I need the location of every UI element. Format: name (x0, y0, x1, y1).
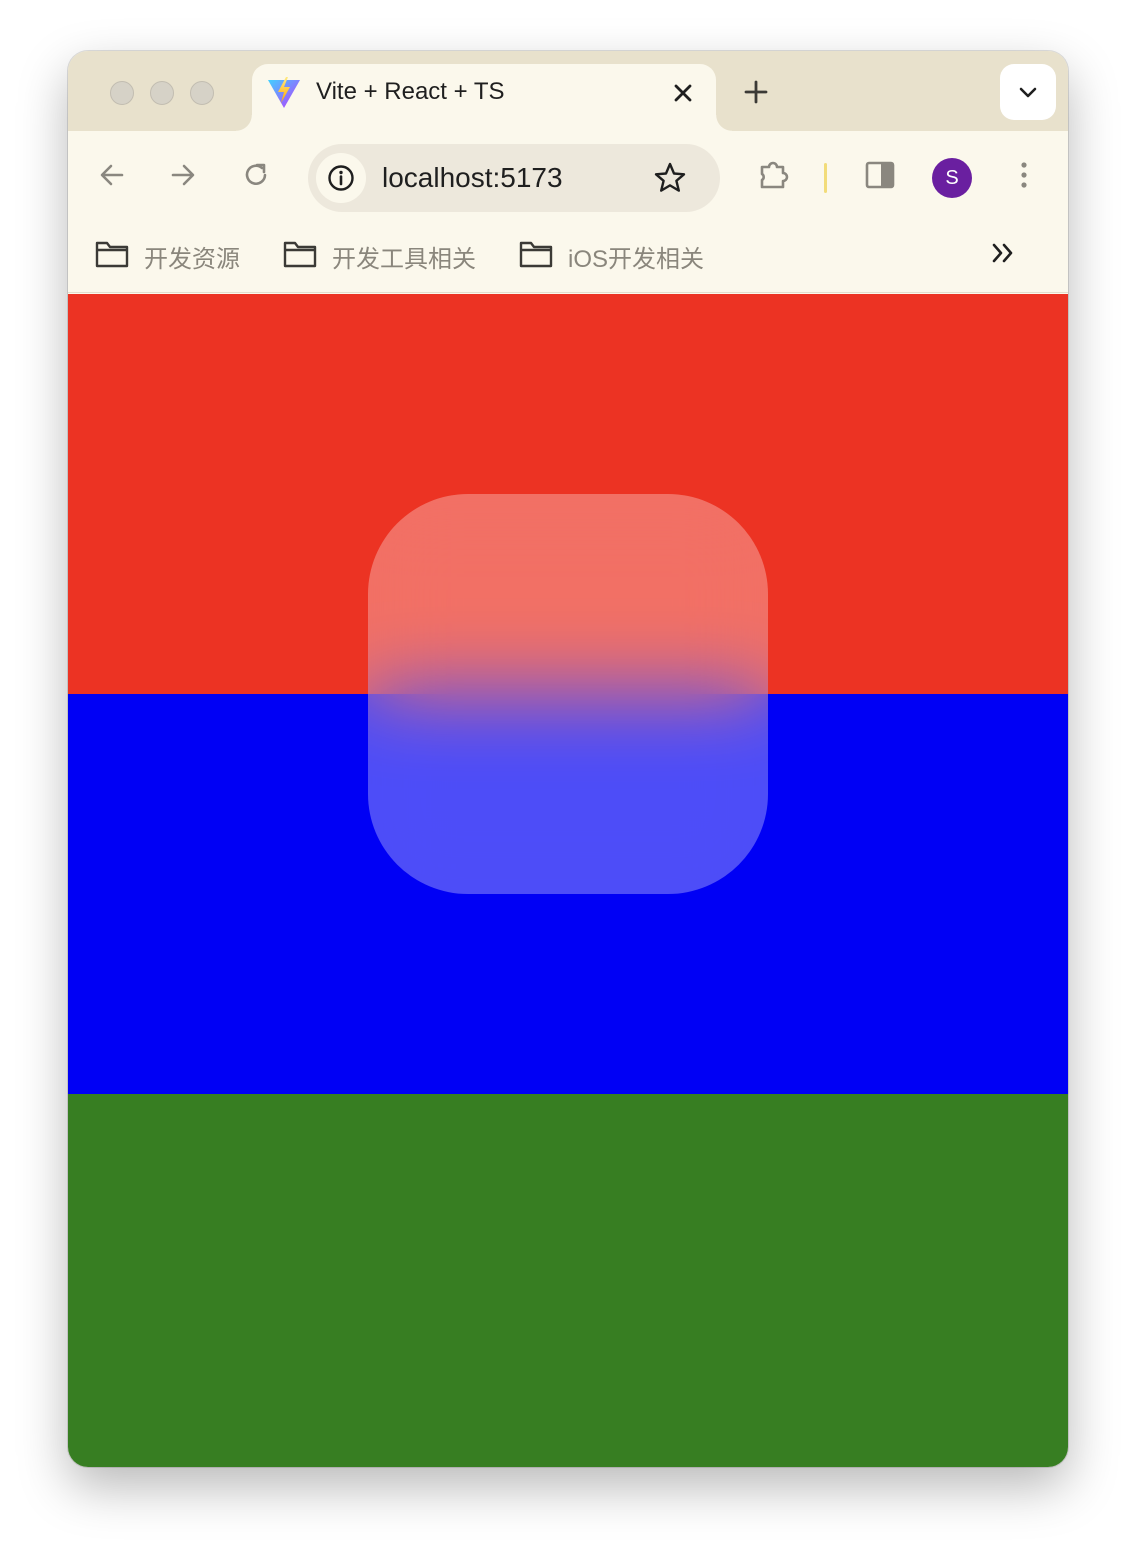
bookmarks-bar: 开发资源 开发工具相关 iOS开发相关 (68, 215, 1068, 293)
active-tab[interactable]: Vite + React + TS (236, 64, 732, 131)
info-icon (328, 165, 354, 191)
page-viewport (68, 294, 1068, 1467)
bookmark-label: iOS开发相关 (568, 246, 705, 273)
folder-icon (283, 241, 317, 268)
tab-title: Vite + React + TS (316, 78, 505, 105)
site-info-button[interactable] (316, 153, 366, 203)
toolbar: localhost:5173 S (68, 131, 1068, 215)
address-bar[interactable]: localhost:5173 (308, 144, 720, 212)
green-band (68, 1094, 1068, 1467)
chevron-down-icon (1019, 87, 1037, 98)
bookmark-folder[interactable]: iOS开发相关 (518, 235, 718, 273)
back-arrow-icon[interactable] (94, 157, 130, 193)
vite-logo-icon (268, 77, 300, 108)
minimize-window-button[interactable] (150, 81, 174, 105)
bookmark-label: 开发工具相关 (332, 246, 476, 273)
bookmark-label: 开发资源 (144, 246, 240, 273)
toolbar-divider (824, 163, 827, 193)
forward-arrow-icon[interactable] (165, 157, 201, 193)
star-icon[interactable] (652, 160, 688, 196)
browser-window: Vite + React + TS localhost:5173 S 开发资源 … (68, 51, 1068, 1467)
folder-icon (95, 241, 129, 268)
bookmark-folder[interactable]: 开发资源 (94, 235, 254, 273)
close-icon[interactable] (668, 78, 698, 108)
zoom-window-button[interactable] (190, 81, 214, 105)
url-text: localhost:5173 (382, 162, 563, 193)
profile-avatar[interactable]: S (932, 158, 972, 198)
side-panel-icon[interactable] (862, 157, 898, 193)
tab-strip: Vite + React + TS (68, 51, 1068, 131)
reload-icon[interactable] (238, 157, 274, 193)
chevron-double-right-icon[interactable] (986, 235, 1022, 271)
tab-search-button[interactable] (1000, 64, 1056, 120)
plus-icon[interactable] (740, 76, 772, 108)
bookmark-folder[interactable]: 开发工具相关 (282, 235, 492, 273)
extensions-puzzle-icon[interactable] (756, 157, 792, 193)
frosted-glass-square (368, 494, 768, 894)
more-vertical-icon[interactable] (1006, 157, 1042, 193)
close-window-button[interactable] (110, 81, 134, 105)
folder-icon (519, 241, 553, 268)
